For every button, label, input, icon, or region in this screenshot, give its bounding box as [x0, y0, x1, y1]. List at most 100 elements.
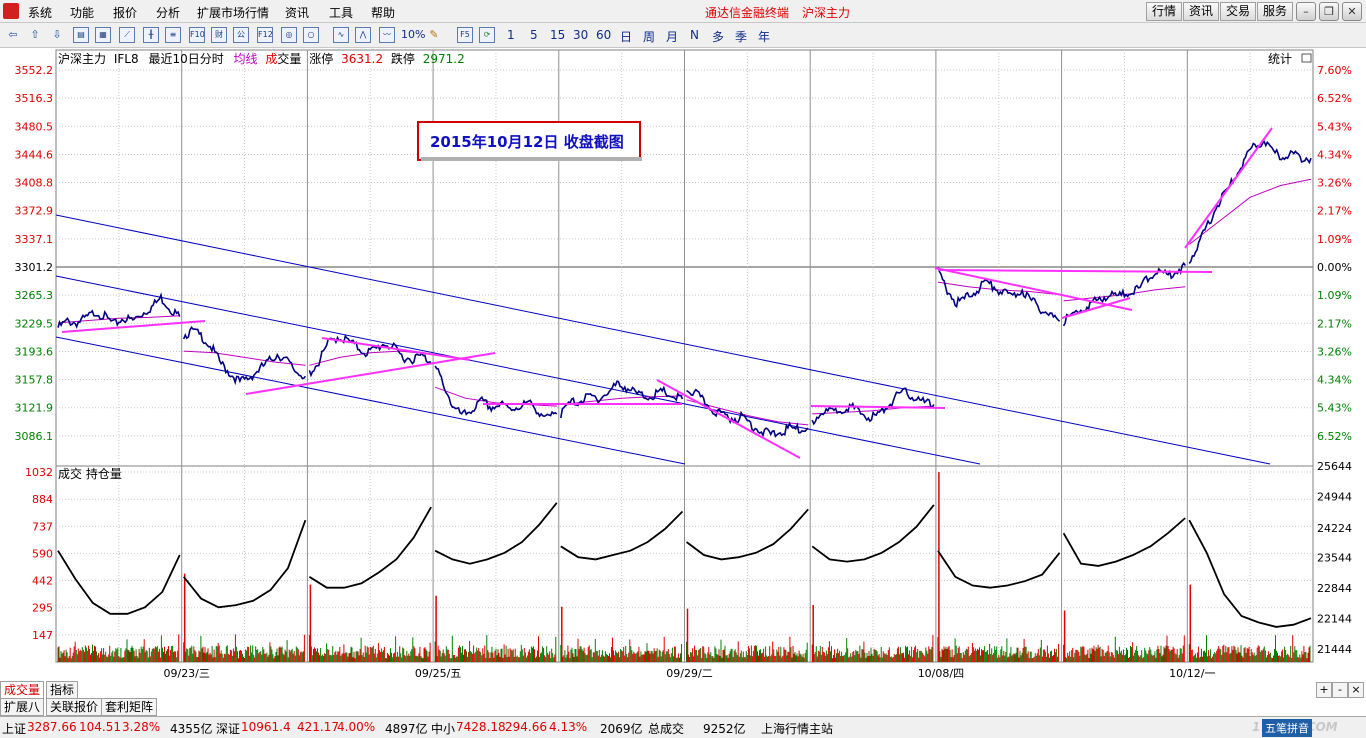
menu-extended-market[interactable]: 扩展市场行情	[197, 4, 269, 21]
settings-circle-icon[interactable]: ○	[303, 27, 319, 43]
chart-mode: 最近10日分时	[148, 52, 223, 66]
price-tick-label: 3157.8	[15, 374, 54, 387]
stock-picker-icon[interactable]: ◎	[281, 27, 297, 43]
up-arrow-icon[interactable]: ⇧	[26, 26, 44, 44]
pct-tick-label: 3.26%	[1317, 177, 1352, 190]
price-tick-label: 3301.2	[15, 261, 54, 274]
menu-help[interactable]: 帮助	[371, 4, 395, 21]
period-day[interactable]: 日	[620, 28, 632, 45]
period-60min[interactable]: 60	[596, 28, 611, 42]
tab-related-quotes[interactable]: 关联报价	[46, 698, 103, 716]
price-tick-label: 3086.1	[15, 430, 54, 443]
price-tick-label: 3193.6	[15, 345, 54, 358]
pct-tick-label: 0.00%	[1317, 261, 1352, 274]
oi-tick-label: 24944	[1317, 490, 1352, 503]
sh-index-change: 104.51	[79, 720, 121, 734]
menu-system[interactable]: 系统	[28, 4, 52, 21]
sme-index-value: 7428.18	[456, 720, 506, 734]
volume-label-2: 交量	[277, 51, 301, 66]
stats-button[interactable]: 统计	[1268, 52, 1292, 66]
status-bar: 上证 3287.66 104.51 3.28% 4355亿 深证 10961.4…	[0, 716, 1366, 738]
pct-tick-label: 1.09%	[1317, 289, 1352, 302]
volume-tick-label: 590	[32, 547, 53, 560]
oi-tick-label: 25644	[1317, 460, 1352, 473]
menu-function[interactable]: 功能	[70, 4, 94, 21]
tab-trade[interactable]: 交易	[1220, 2, 1256, 21]
mountain-chart-icon[interactable]: ⋀	[355, 27, 371, 43]
wave-chart-icon[interactable]: 〰	[379, 27, 395, 43]
toolbar: ⇦ ⇧ ⇩ ▤ ▦ ⟋ ╫ ≡ F10 财 公 F12 ◎ ○ ∿ ⋀ 〰 10…	[0, 23, 1366, 48]
announcement-icon[interactable]: 公	[233, 27, 249, 43]
menu-analysis[interactable]: 分析	[156, 4, 180, 21]
period-week[interactable]: 周	[643, 28, 655, 45]
price-tick-label: 3229.5	[15, 317, 54, 330]
f5-icon[interactable]: F5	[457, 27, 473, 43]
tab-volume[interactable]: 成交量	[0, 681, 45, 699]
period-5min[interactable]: 5	[530, 28, 538, 42]
line-chart-icon[interactable]: ∿	[333, 27, 349, 43]
tab-extension-8[interactable]: 扩展八	[0, 698, 45, 716]
zoom-in-button[interactable]: +	[1316, 682, 1332, 698]
zoom-out-button[interactable]: -	[1332, 682, 1348, 698]
trend-icon[interactable]: ⟋	[119, 27, 135, 43]
price-tick-label: 3516.3	[15, 92, 54, 105]
period-1min[interactable]: 1	[507, 28, 515, 42]
tab-news[interactable]: 资讯	[1183, 2, 1219, 21]
period-n[interactable]: N	[690, 28, 699, 42]
volume-tick-label: 884	[32, 493, 53, 506]
instrument-title: 沪深主力	[802, 6, 851, 20]
pct-tick-label: 6.52%	[1317, 92, 1352, 105]
candlestick-icon[interactable]: ╫	[143, 27, 159, 43]
period-15min[interactable]: 15	[550, 28, 565, 42]
price-tick-label: 3337.1	[15, 233, 54, 246]
refresh-icon[interactable]: ⟳	[479, 27, 495, 43]
close-pane-button[interactable]: ×	[1348, 682, 1364, 698]
down-arrow-icon[interactable]: ⇩	[48, 26, 66, 44]
tab-arbitrage-matrix[interactable]: 套利矩阵	[101, 698, 158, 716]
finance-icon[interactable]: 财	[211, 27, 227, 43]
date-axis-label: 10/08/四	[918, 667, 964, 680]
limit-up-label: 涨停	[309, 51, 333, 66]
pct-tick-label: 2.17%	[1317, 317, 1352, 330]
period-multi[interactable]: 多	[712, 28, 724, 45]
period-30min[interactable]: 30	[573, 28, 588, 42]
intraday-chart[interactable]: 3552.2 3516.3 3480.5 3444.6 3408.8 3372.9 3337…	[0, 48, 1366, 682]
ime-indicator[interactable]: 五笔拼音	[1262, 719, 1312, 737]
period-month[interactable]: 月	[666, 28, 678, 45]
grid-icon[interactable]: ▦	[95, 27, 111, 43]
period-year[interactable]: 年	[758, 28, 770, 45]
pct-tick-label: 5.43%	[1317, 120, 1352, 133]
f10-icon[interactable]: F10	[189, 27, 205, 43]
total-amount-label: 总成交	[648, 722, 685, 736]
menu-quote[interactable]: 报价	[113, 4, 137, 21]
volume-tick-label: 295	[32, 602, 53, 615]
sz-index-pct: 4.00%	[337, 720, 376, 734]
restore-icon[interactable]: ❐	[1319, 2, 1339, 21]
menu-news[interactable]: 资讯	[285, 4, 309, 21]
price-tick-label: 3265.3	[15, 289, 54, 302]
sh-amount: 4355亿	[170, 722, 213, 736]
app-logo-icon	[3, 3, 19, 19]
pct-tick-label: 6.52%	[1317, 430, 1352, 443]
tab-indicator[interactable]: 指标	[46, 681, 79, 699]
volume-tick-label: 147	[32, 629, 53, 642]
percent-toggle[interactable]: 10%	[401, 28, 425, 41]
server-name[interactable]: 上海行情主站	[761, 720, 833, 737]
tab-market[interactable]: 行情	[1146, 2, 1182, 21]
report-icon[interactable]: ▤	[73, 27, 89, 43]
close-icon[interactable]: ✕	[1342, 2, 1362, 21]
tab-service[interactable]: 服务	[1257, 2, 1293, 21]
sme-index-label: 中小	[431, 722, 456, 736]
list-icon[interactable]: ≡	[165, 27, 181, 43]
avg-line-label: 均线	[234, 52, 258, 66]
total-amount-value: 9252亿	[703, 722, 746, 736]
period-quarter[interactable]: 季	[735, 28, 747, 45]
menu-tools[interactable]: 工具	[329, 4, 353, 21]
pencil-icon[interactable]: ✎	[425, 26, 443, 44]
sme-index-pct: 4.13%	[549, 720, 588, 734]
price-tick-label: 3444.6	[15, 148, 54, 161]
back-icon[interactable]: ⇦	[4, 26, 22, 44]
minimize-icon[interactable]: –	[1296, 2, 1316, 21]
f12-icon[interactable]: F12	[257, 27, 273, 43]
sme-amount: 2069亿	[600, 722, 643, 736]
